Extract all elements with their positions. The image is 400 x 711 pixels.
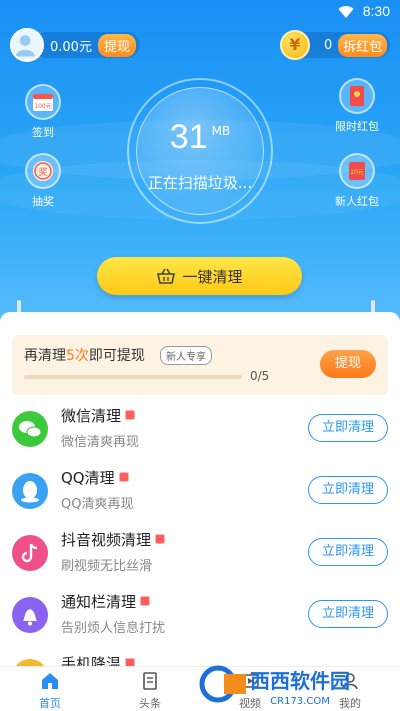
list-item-subtitle: QQ清爽再现 [61, 497, 134, 512]
user-icon [15, 35, 35, 57]
top-bar: 0.00元 提现 0 拆红包 ¥ [0, 28, 400, 62]
cash-pill: 0.00元 提现 [34, 32, 140, 58]
list-item[interactable]: 抖音视频清理 刷视频无比丝滑 立即清理 [0, 523, 400, 585]
hot-tag-icon [155, 533, 166, 544]
wechat-icon [12, 411, 48, 447]
news-icon [143, 672, 157, 690]
clean-now-button[interactable]: 立即清理 [308, 414, 388, 442]
task-title-suffix: 即可提现 [88, 348, 145, 364]
tab-home[interactable]: 首页 [0, 667, 100, 711]
watermark-sub: CR173.COM [270, 696, 330, 707]
coin-icon: ¥ [280, 30, 310, 60]
list-item-title: QQ清理 [61, 467, 129, 488]
junk-size: 31 MB [0, 118, 400, 157]
withdraw-task: 再清理5次即可提现 新人专享 0/5 提现 [12, 335, 388, 395]
list-item-title: 抖音视频清理 [61, 529, 166, 550]
open-red-packet-button[interactable]: 拆红包 [338, 33, 388, 57]
tab-news[interactable]: 头条 [100, 667, 200, 711]
lottery-label: 抽奖 [32, 195, 54, 208]
withdraw-button[interactable]: 提现 [97, 33, 136, 57]
status-time: 8:30 [362, 3, 390, 19]
list-item[interactable]: 通知栏清理 告别烦人信息打扰 立即清理 [0, 585, 400, 647]
list-item-subtitle: 刷视频无比丝滑 [61, 559, 153, 574]
scan-status: 正在扫描垃圾... [147, 174, 253, 192]
tiktok-icon [12, 535, 48, 571]
home-icon [42, 673, 58, 689]
hot-tag-icon [140, 595, 151, 606]
basket-icon [157, 268, 176, 284]
watermark-logo: 西西软件园 CR173.COM [199, 665, 350, 707]
clean-now-button[interactable]: 立即清理 [308, 476, 388, 504]
task-title-prefix: 再清理 [24, 348, 66, 364]
svg-text:100元: 100元 [34, 103, 51, 110]
tab-news-label: 头条 [139, 697, 161, 710]
list-item-subtitle: 告别烦人信息打扰 [61, 621, 166, 636]
newcomer-red-packet-label: 新人红包 [335, 195, 379, 208]
task-progress-text: 0/5 [250, 369, 270, 383]
task-withdraw-button[interactable]: 提现 [320, 350, 376, 378]
junk-size-unit: MB [211, 124, 231, 138]
junk-size-value: 31 [169, 118, 208, 156]
newcomer-badge: 新人专享 [160, 346, 212, 365]
watermark-main: 西西软件园 [250, 669, 350, 693]
hot-tag-icon [118, 471, 129, 482]
one-click-clean-button[interactable]: 一键清理 [97, 257, 302, 295]
list-item[interactable]: 微信清理 微信清爽再现 立即清理 [0, 399, 400, 461]
clean-now-button[interactable]: 立即清理 [308, 538, 388, 566]
wifi-icon [338, 6, 354, 18]
coin-count: 0 [324, 37, 333, 53]
status-bar: 8:30 [0, 0, 400, 24]
list-item[interactable]: QQ清理 QQ清爽再现 立即清理 [0, 461, 400, 523]
cash-amount: 0.00元 [50, 39, 92, 55]
task-title: 再清理5次即可提现 [24, 345, 145, 365]
avatar[interactable] [10, 28, 44, 62]
list-item-subtitle: 微信清爽再现 [61, 435, 140, 450]
list-item-title: 通知栏清理 [61, 591, 151, 612]
clean-now-button[interactable]: 立即清理 [308, 600, 388, 628]
tab-home-label: 首页 [39, 697, 61, 710]
list-item-title: 微信清理 [61, 405, 136, 426]
calendar-icon: 100元 [25, 84, 61, 120]
task-progress-bar [24, 375, 242, 379]
one-click-clean-label: 一键清理 [182, 267, 243, 286]
qq-icon [12, 473, 48, 509]
task-title-highlight: 5次 [66, 348, 89, 364]
bell-icon [12, 597, 48, 633]
red-envelope-icon [339, 78, 375, 114]
hot-tag-icon [125, 409, 136, 420]
